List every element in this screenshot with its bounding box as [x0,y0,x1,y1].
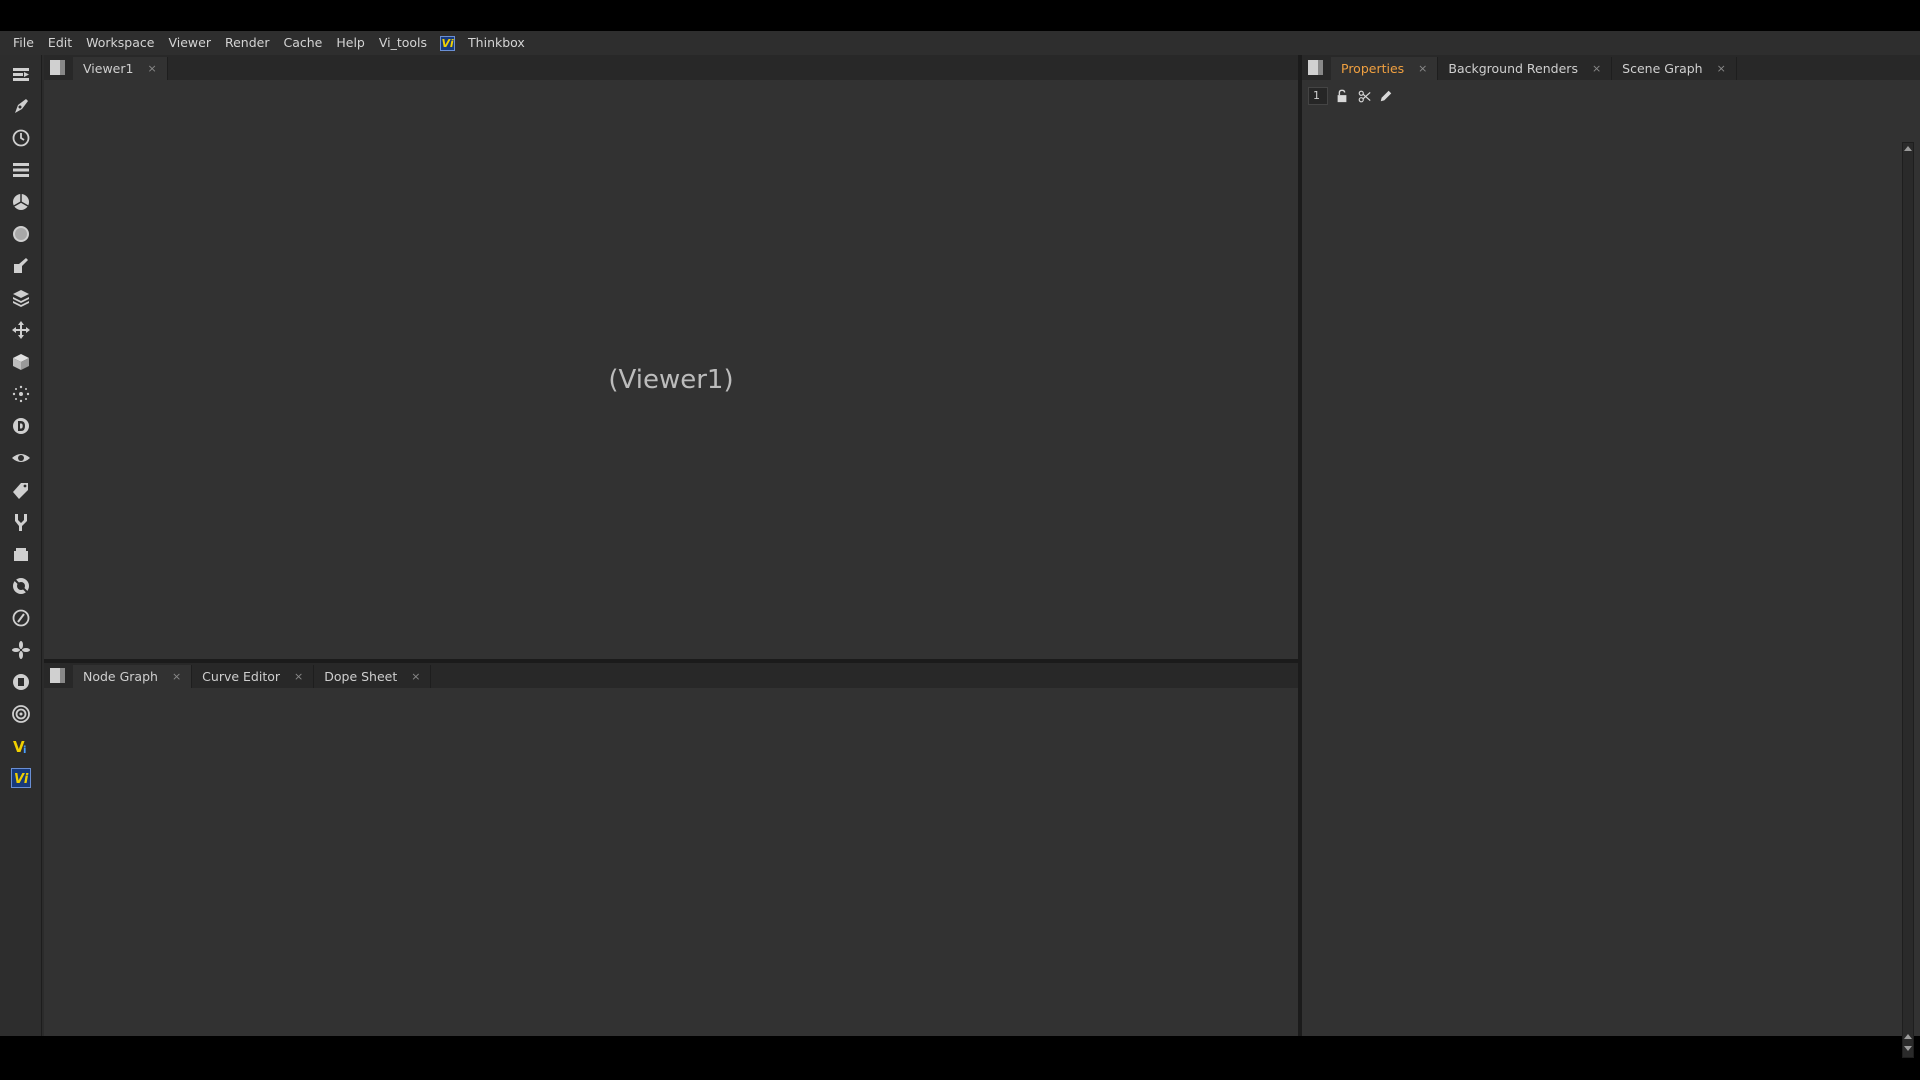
viewer-pane[interactable]: Viewer1 × (Viewer1) [44,55,1298,659]
properties-pane[interactable]: Properties × Background Renders × Scene … [1302,55,1920,1058]
tab-viewer1[interactable]: Viewer1 × [73,57,168,80]
views-icon[interactable] [9,446,33,470]
filter-icon[interactable] [9,222,33,246]
close-icon[interactable]: × [1592,62,1601,75]
ocula-icon[interactable] [9,606,33,630]
properties-scrollbar[interactable] [1902,142,1914,1058]
metadata-icon[interactable] [9,478,33,502]
nodes-toolbar: Vi Vi [0,55,42,1036]
tab-dope-sheet[interactable]: Dope Sheet × [314,665,432,688]
viewer-placeholder: (Viewer1) [608,365,734,395]
close-icon[interactable]: × [147,62,156,75]
menu-cache[interactable]: Cache [276,31,329,55]
menu-viewer[interactable]: Viewer [161,31,218,55]
close-icon[interactable]: × [1418,62,1427,75]
tab-label: Curve Editor [202,669,281,684]
vi-icon[interactable]: Vi [9,734,33,758]
merge-icon[interactable] [9,286,33,310]
target-icon[interactable] [9,702,33,726]
close-icon[interactable]: × [1717,62,1726,75]
pane-menu-icon[interactable] [1308,60,1323,75]
furnace-icon[interactable] [9,574,33,598]
menu-help[interactable]: Help [329,31,372,55]
lock-icon[interactable] [1334,88,1350,104]
edit-icon[interactable] [1378,88,1394,104]
image-icon[interactable] [9,62,33,86]
keyer-icon[interactable] [9,254,33,278]
time-icon[interactable] [9,126,33,150]
tab-curve-editor[interactable]: Curve Editor × [192,665,315,688]
svg-text:Vi: Vi [14,772,29,787]
color-icon[interactable] [9,190,33,214]
close-icon[interactable]: × [172,670,181,683]
properties-toolbar: 1 [1308,86,1394,106]
tab-node-graph[interactable]: Node Graph × [73,665,193,688]
close-icon[interactable]: × [411,670,420,683]
viewer-tabbar: Viewer1 × [44,55,1298,80]
clear-panels-icon[interactable] [1356,88,1372,104]
max-panels-field[interactable]: 1 [1308,87,1328,105]
tab-label: Properties [1341,61,1405,76]
tab-scene-graph[interactable]: Scene Graph × [1612,57,1737,80]
vi-logo-icon[interactable]: Vi [440,35,456,51]
tab-label: Dope Sheet [324,669,398,684]
channel-icon[interactable] [9,158,33,182]
nuke-window: File Edit Workspace Viewer Render Cache … [0,31,1920,1058]
other-icon[interactable] [9,542,33,566]
scroll-step-up-icon[interactable] [1904,1034,1912,1039]
deep-icon[interactable] [9,414,33,438]
close-icon[interactable]: × [294,670,303,683]
tab-label: Scene Graph [1622,61,1703,76]
draw-icon[interactable] [9,94,33,118]
tab-background-renders[interactable]: Background Renders × [1438,57,1613,80]
menu-file[interactable]: File [6,31,41,55]
toolsets-icon[interactable] [9,510,33,534]
tab-label: Node Graph [83,669,158,684]
menu-edit[interactable]: Edit [41,31,79,55]
node-graph-pane[interactable]: Node Graph × Curve Editor × Dope Sheet × [44,663,1298,1036]
pane-menu-icon[interactable] [50,60,65,75]
menu-render[interactable]: Render [218,31,277,55]
menu-thinkbox[interactable]: Thinkbox [461,31,532,55]
menubar: File Edit Workspace Viewer Render Cache … [0,31,1920,55]
node-graph-tabbar: Node Graph × Curve Editor × Dope Sheet × [44,663,1298,688]
3d-icon[interactable] [9,350,33,374]
tab-label: Background Renders [1448,61,1578,76]
scroll-up-icon[interactable] [1904,146,1912,151]
nukex-icon[interactable] [9,638,33,662]
scroll-down-icon[interactable] [1904,1046,1912,1051]
vi-tools-icon[interactable]: Vi [9,766,33,790]
tab-properties[interactable]: Properties × [1331,57,1439,80]
pane-menu-icon[interactable] [50,668,65,683]
menu-workspace[interactable]: Workspace [79,31,161,55]
svg-text:i: i [23,745,26,756]
properties-tabbar: Properties × Background Renders × Scene … [1302,55,1920,80]
menu-vi-tools[interactable]: Vi_tools [372,31,434,55]
tab-label: Viewer1 [83,61,134,76]
cara-icon[interactable] [9,670,33,694]
particles-icon[interactable] [9,382,33,406]
transform-icon[interactable] [9,318,33,342]
